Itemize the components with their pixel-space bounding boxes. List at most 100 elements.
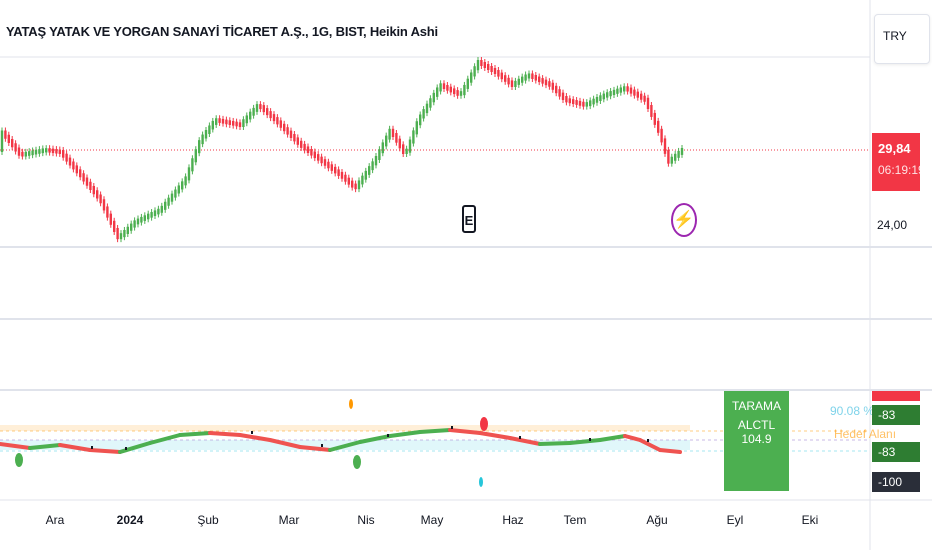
candle-body xyxy=(218,118,221,123)
candle-body xyxy=(653,112,656,125)
candle-body xyxy=(616,88,619,94)
oscillator-segment xyxy=(388,430,422,438)
target-zone-label: Hedef Alanı xyxy=(834,427,897,441)
oscillator-tick-mark xyxy=(387,434,389,437)
currency-label: TRY xyxy=(883,29,907,43)
candle-body xyxy=(252,107,255,116)
candle-body xyxy=(374,156,378,166)
candle-body xyxy=(555,85,558,94)
earnings-marker[interactable]: E xyxy=(462,205,476,233)
candle-body xyxy=(109,213,112,225)
oscillator-segment xyxy=(658,448,682,454)
candle-body xyxy=(211,120,214,130)
candle-body xyxy=(41,148,44,154)
scan-value: ALCTL 104.9 xyxy=(737,418,776,446)
candle-body xyxy=(599,95,602,101)
candle-body xyxy=(398,138,401,149)
candle-body xyxy=(96,190,99,199)
candle-body xyxy=(663,138,667,154)
candle-body xyxy=(606,92,609,98)
candle-body xyxy=(113,220,116,232)
candle-body xyxy=(623,86,626,92)
candle-body xyxy=(657,120,660,133)
candle-body xyxy=(412,130,415,144)
candle-body xyxy=(640,93,643,100)
candle-body xyxy=(595,97,599,103)
candle-body xyxy=(150,212,153,218)
candle-body xyxy=(402,144,405,154)
candle-body xyxy=(235,121,238,127)
candle-body xyxy=(473,66,476,77)
oscillator-tick-mark xyxy=(251,431,253,434)
candle-body xyxy=(276,117,279,125)
signal-dot xyxy=(353,455,361,469)
candle-body xyxy=(102,199,106,211)
candle-body xyxy=(24,151,27,157)
last-price-tag: 29,84 06:19:19 xyxy=(872,133,925,191)
candle-body xyxy=(660,128,663,143)
oscillator-tick-mark xyxy=(125,447,127,450)
candle-body xyxy=(527,73,531,79)
price-axis-label: 24,00 xyxy=(877,218,908,232)
candle-body xyxy=(313,151,316,159)
candle-body xyxy=(143,215,146,221)
candle-body xyxy=(225,119,228,125)
candle-body xyxy=(228,120,231,125)
candle-body xyxy=(381,142,384,154)
candle-body xyxy=(82,173,85,182)
candle-body xyxy=(310,149,313,156)
candle-body xyxy=(303,143,306,151)
candle-body xyxy=(534,75,537,81)
candle-body xyxy=(323,159,327,166)
candle-body xyxy=(293,134,296,142)
candle-body xyxy=(7,134,10,143)
oscillator-tick-mark xyxy=(589,438,591,441)
candle-body xyxy=(429,98,432,108)
signal-dot xyxy=(479,477,483,487)
candle-body xyxy=(612,89,616,96)
time-axis-label: Mar xyxy=(278,513,300,527)
candle-body xyxy=(259,104,262,110)
scan-title: TARAMA xyxy=(731,399,782,413)
currency-button[interactable]: TRY xyxy=(874,14,930,64)
candle-body xyxy=(636,91,639,98)
oscillator-tick-mark xyxy=(519,436,521,439)
time-axis-label: 2024 xyxy=(116,513,144,527)
candle-body xyxy=(548,81,551,87)
candle-body xyxy=(456,90,459,96)
candle-body xyxy=(34,149,38,155)
candle-body xyxy=(405,148,408,154)
level-tag-100: -100 xyxy=(872,472,920,492)
candle-body xyxy=(466,78,469,89)
candle-body xyxy=(589,100,592,107)
scan-signal-box: TARAMA ALCTL 104.9 xyxy=(724,391,789,491)
time-axis-label: Eyl xyxy=(726,513,744,527)
candle-body xyxy=(130,223,133,231)
candle-body xyxy=(269,111,272,119)
candle-body xyxy=(153,210,157,217)
candle-body xyxy=(208,125,211,134)
candle-body xyxy=(368,166,371,175)
time-axis-label: Ağu xyxy=(646,513,668,527)
candle-body xyxy=(147,213,150,220)
candle-body xyxy=(476,60,480,71)
time-axis-label: Haz xyxy=(502,513,524,527)
candle-body xyxy=(408,139,412,153)
candle-body xyxy=(449,86,452,93)
candle-body xyxy=(524,74,527,81)
candle-body xyxy=(116,227,119,240)
candle-body xyxy=(453,88,456,95)
price-chart[interactable] xyxy=(0,0,932,550)
candle-body xyxy=(670,156,673,164)
candle-body xyxy=(551,82,554,90)
candle-body xyxy=(470,72,473,83)
candle-body xyxy=(592,98,595,105)
candle-body xyxy=(561,92,565,100)
candle-body xyxy=(181,181,184,190)
oscillator-tick-mark xyxy=(647,439,649,442)
candle-body xyxy=(65,153,68,162)
candle-body xyxy=(361,175,364,185)
lightning-icon[interactable]: ⚡ xyxy=(671,203,697,237)
candle-body xyxy=(38,149,41,154)
candle-body xyxy=(79,169,82,178)
